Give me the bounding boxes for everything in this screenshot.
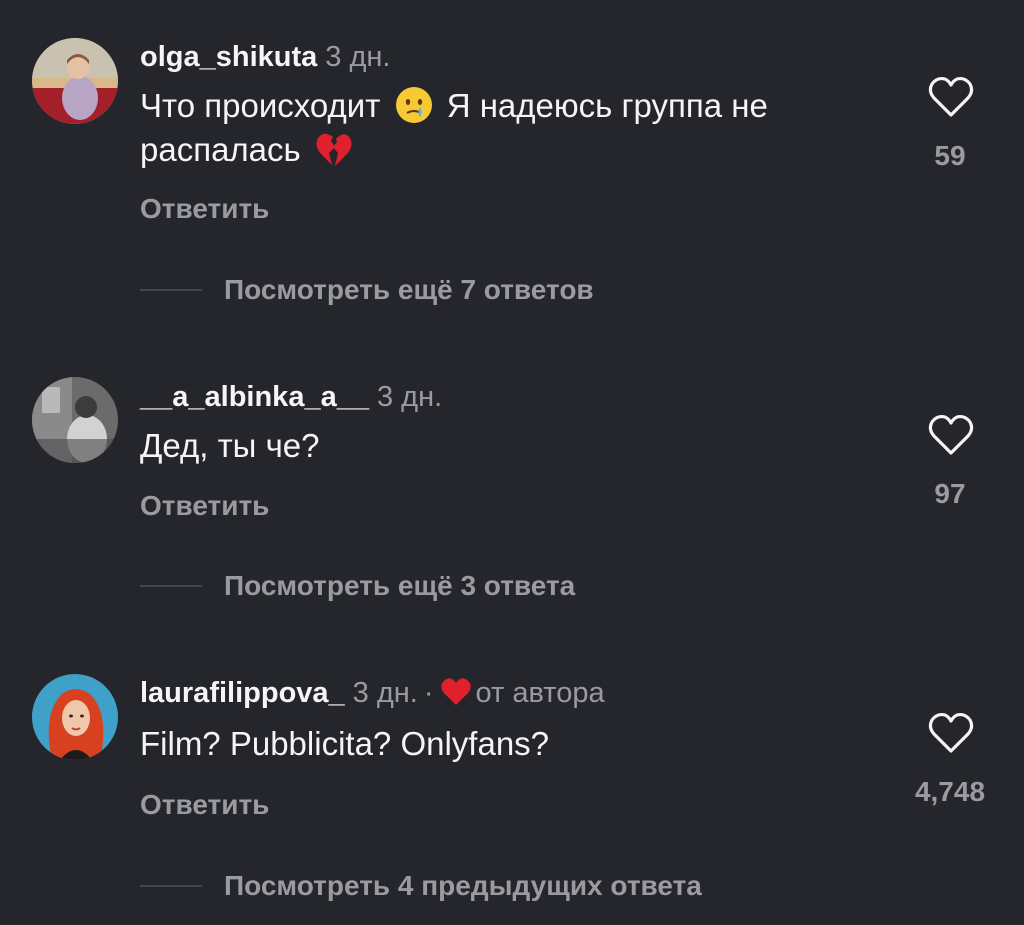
username[interactable]: laurafilippova_ xyxy=(140,677,345,709)
view-more-replies-label: Посмотреть ещё 7 ответов xyxy=(224,274,594,305)
reply-button[interactable]: Ответить xyxy=(140,193,269,225)
liked-by-author-label: от автора xyxy=(475,677,605,709)
like-count: 4,748 xyxy=(914,776,986,807)
comment-text-part: Что происходит xyxy=(140,87,381,124)
comment-text: Film? Pubblicita? Onlyfans? xyxy=(140,725,550,762)
divider xyxy=(140,585,202,587)
timestamp: 3 дн. xyxy=(325,41,391,73)
view-more-replies[interactable]: Посмотреть 4 предыдущих ответа xyxy=(140,866,702,906)
like-count: 59 xyxy=(934,140,966,171)
divider xyxy=(140,289,202,291)
comment-header: __a_albinka_a__ 3 дн. xyxy=(140,380,442,414)
crying-face-emoji xyxy=(394,85,434,125)
view-more-replies[interactable]: Посмотреть ещё 7 ответов xyxy=(140,270,594,310)
view-more-replies-label: Посмотреть ещё 3 ответа xyxy=(224,570,576,601)
heart-outline-icon[interactable] xyxy=(928,76,974,118)
timestamp: 3 дн. xyxy=(376,381,443,413)
like-count: 97 xyxy=(934,478,966,509)
username[interactable]: olga_shikuta xyxy=(140,41,317,73)
reply-button[interactable]: Ответить xyxy=(140,490,269,522)
username[interactable]: __a_albinka_a__ xyxy=(140,381,369,413)
view-more-replies[interactable]: Посмотреть ещё 3 ответа xyxy=(140,566,575,606)
view-more-replies-label: Посмотреть 4 предыдущих ответа xyxy=(224,870,702,901)
comment-header: laurafilippova_ 3 дн. · от автора xyxy=(140,676,605,710)
avatar[interactable] xyxy=(32,377,118,463)
avatar[interactable] xyxy=(32,674,118,760)
divider xyxy=(140,885,202,887)
comment-header: olga_shikuta 3 дн. xyxy=(140,40,390,74)
timestamp: 3 дн. xyxy=(352,677,418,709)
heart-outline-icon[interactable] xyxy=(928,414,974,456)
comment-text: Дед, ты че? xyxy=(140,427,320,464)
avatar[interactable] xyxy=(32,38,118,124)
reply-button[interactable]: Ответить xyxy=(140,789,269,821)
comment-text: Что происходит Я надеюсь группа не распа… xyxy=(140,84,900,172)
red-heart-icon xyxy=(440,678,472,706)
separator-dot: · xyxy=(423,677,434,709)
broken-heart-emoji xyxy=(314,129,354,169)
heart-outline-icon[interactable] xyxy=(928,712,974,754)
